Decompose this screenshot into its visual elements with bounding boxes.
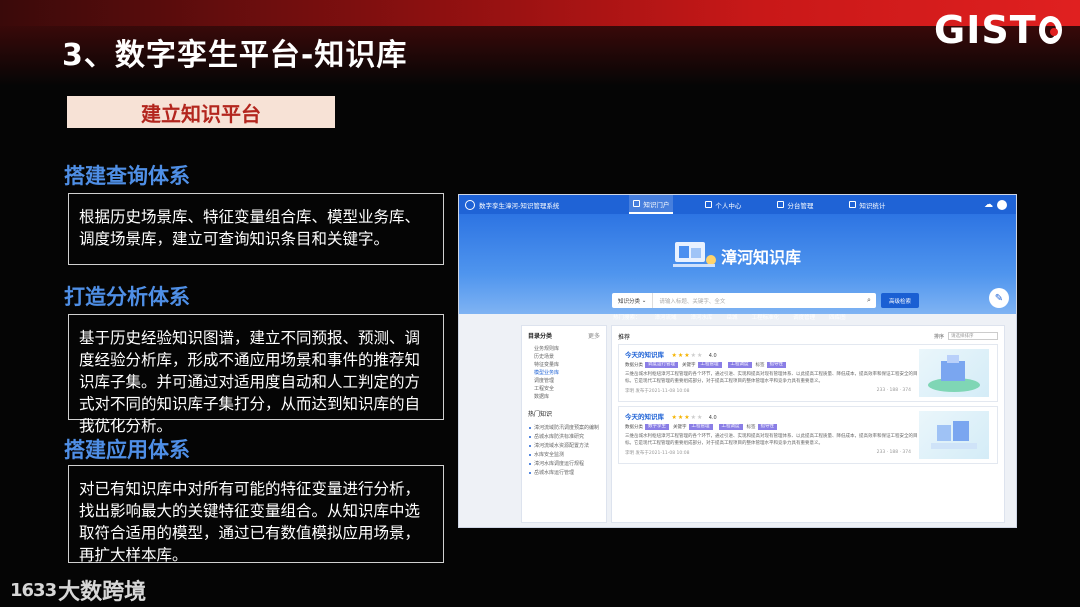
section-banner: 建立知识平台 <box>67 96 335 128</box>
card-stats: 233 · 188 · 374 <box>876 388 911 393</box>
hot-term[interactable]: 漳河流域 <box>655 313 677 321</box>
card-thumbnail-icon <box>919 349 989 397</box>
tag: 工程管理 <box>688 424 713 430</box>
rating-stars: ★★★★★ <box>671 414 704 421</box>
section-body-analysis: 基于历史经验知识图谱，建立不同预报、预测、调度经验分析库，形成不通应用场景和事件… <box>68 314 444 435</box>
search-icon[interactable]: ⌕ <box>862 296 876 305</box>
search-bar: 知识分类 ⌄ 请输入标题、关键字、全文 ⌕ <box>612 293 876 308</box>
search-category-select[interactable]: 知识分类 ⌄ <box>612 293 654 308</box>
tag: 调度运行管理 <box>645 362 678 368</box>
tag: 工程调度 <box>727 362 752 368</box>
hot-term[interactable]: 工程标准化 <box>752 313 780 321</box>
tag: 工程调度 <box>718 424 743 430</box>
nav-item-admin[interactable]: 分台管理 <box>773 195 817 214</box>
hot-knowledge-item[interactable]: 水库安全监测 <box>528 451 600 460</box>
card-description: 三维岳城水利枢纽漳河工程管理的各个环节，通过引进、实现和提高对现有管理体系、以此… <box>625 372 918 384</box>
sidebar-item[interactable]: 历史场景 <box>528 353 600 361</box>
sidebar-item[interactable]: 工程安全 <box>528 385 600 393</box>
more-link[interactable]: 更多 <box>588 331 600 340</box>
chart-icon <box>849 201 857 208</box>
app-navbar: 数字孪生漳河-知识管理系统 知识门户 个人中心 分台管理 知识统计 ☁ <box>459 195 1016 214</box>
recommend-header: 推荐 排序 请选择排序 <box>618 330 998 342</box>
hero-title: 漳河知识库 <box>721 248 802 267</box>
sidebar-item[interactable]: 调度管理 <box>528 377 600 385</box>
logo-mark-icon <box>1038 16 1062 44</box>
card-title[interactable]: 今天的知识库 <box>625 349 664 359</box>
hot-term[interactable]: 四库图 <box>829 313 846 321</box>
hot-term[interactable]: 岳城 <box>727 313 738 321</box>
top-red-band <box>0 0 1080 26</box>
slide-title: 3、数字孪生平台-知识库 <box>62 38 408 73</box>
knowledge-system-screenshot: 数字孪生漳河-知识管理系统 知识门户 个人中心 分台管理 知识统计 ☁ 漳河知识… <box>458 194 1017 528</box>
card-title[interactable]: 今天的知识库 <box>625 411 664 421</box>
sidebar-item[interactable]: 特征变量库 <box>528 361 600 369</box>
section-heading-analysis: 打造分析体系 <box>64 285 190 309</box>
sidebar-item[interactable]: 数据库 <box>528 393 600 401</box>
hot-knowledge-item[interactable]: 岳城水库运行管理 <box>528 469 600 478</box>
app-logo-icon <box>465 199 475 210</box>
hot-search-row: 热门搜索： 漳河流域 漳河水库 岳城 工程标准化 调度管理 四库图 <box>613 313 860 321</box>
card-author: 李明 发布于2021-11-08 10:08 <box>625 389 690 394</box>
nav-item-personal[interactable]: 个人中心 <box>701 195 745 214</box>
catalog-sidebar: 目录分类 更多 业务规则库 历史场景 特征变量库 模型业务库 调度管理 工程安全 … <box>521 325 607 523</box>
nav-item-stats[interactable]: 知识统计 <box>845 195 889 214</box>
sort-select[interactable]: 请选择排序 <box>948 332 998 340</box>
hot-search-label: 热门搜索： <box>613 315 641 321</box>
card-thumbnail-icon <box>919 411 989 459</box>
advanced-search-button[interactable]: 高级检索 <box>881 293 919 308</box>
knowledge-card[interactable]: 今天的知识库 ★★★★★ 4.0 数据分类 调度运行管理 关键字 工程管理 工程… <box>618 344 998 402</box>
cloud-sun-icon: ☁ <box>984 199 993 210</box>
hot-knowledge-title: 热门知识 <box>528 411 553 418</box>
card-stats: 233 · 188 · 374 <box>876 450 911 455</box>
knowledge-illustration-icon <box>673 242 716 267</box>
card-author: 李明 发布于2021-11-08 10:08 <box>625 451 690 456</box>
watermark-text: 大数跨境 <box>58 580 147 605</box>
rating-score: 4.0 <box>708 415 717 421</box>
catalog-title: 目录分类 更多 <box>528 331 600 340</box>
section-heading-query: 搭建查询体系 <box>64 164 190 188</box>
hot-knowledge-item[interactable]: 漳河流域防汛调度预案的编制 <box>528 424 600 433</box>
tag: 指导性 <box>766 362 786 368</box>
avatar[interactable] <box>997 199 1007 210</box>
sidebar-item[interactable]: 业务规则库 <box>528 345 600 353</box>
edit-icon[interactable]: ✎ <box>989 288 1009 308</box>
settings-icon <box>777 201 785 208</box>
sidebar-item[interactable]: 模型业务库 <box>528 369 600 377</box>
nav-right: ☁ <box>984 199 1010 210</box>
hot-knowledge-item[interactable]: 漳河水库调度运行规程 <box>528 460 600 469</box>
watermark: 1633 大数跨境 <box>10 574 146 606</box>
card-description: 三维岳城水利枢纽漳河工程管理的各个环节，通过引进、实现和提高对现有管理体系、以此… <box>625 434 918 446</box>
section-body-application: 对已有知识库中对所有可能的特征变量进行分析，找出影响最大的关键特征变量组合。从知… <box>68 465 444 564</box>
gistc-logo: GIST <box>934 8 1062 52</box>
section-body-query: 根据历史场景库、特征变量组合库、模型业务库、调度场景库，建立可查询知识条目和关键… <box>68 193 444 265</box>
sort-control: 排序 请选择排序 <box>934 332 998 340</box>
rating-score: 4.0 <box>708 353 717 359</box>
tag: 数字孪生 <box>645 424 669 430</box>
tag: 工程管理 <box>697 362 722 368</box>
hot-knowledge-item[interactable]: 漳河流域水资源配置方法 <box>528 442 600 451</box>
user-icon <box>705 201 713 208</box>
home-icon <box>633 200 641 207</box>
rating-stars: ★★★★★ <box>671 352 704 359</box>
hero-banner: 漳河知识库 知识分类 ⌄ 请输入标题、关键字、全文 ⌕ 高级检索 热门搜索： 漳… <box>459 214 1016 321</box>
hot-knowledge-item[interactable]: 岳城水库防洪标准研究 <box>528 433 600 442</box>
nav-item-portal[interactable]: 知识门户 <box>629 195 674 214</box>
tag: 指导性 <box>757 424 777 430</box>
recommend-panel: 推荐 排序 请选择排序 今天的知识库 ★★★★★ 4.0 数据分类 调度运行管理… <box>611 325 1005 523</box>
app-name: 数字孪生漳河-知识管理系统 <box>479 201 560 210</box>
hot-term[interactable]: 漳河水库 <box>691 313 713 321</box>
hot-term[interactable]: 调度管理 <box>793 313 815 321</box>
recommend-title: 推荐 <box>618 333 631 341</box>
knowledge-card[interactable]: 今天的知识库 ★★★★★ 4.0 数据分类 数字孪生 关键字 工程管理 工程调度… <box>618 406 998 464</box>
search-input[interactable]: 请输入标题、关键字、全文 <box>653 297 862 305</box>
section-heading-application: 搭建应用体系 <box>64 438 190 462</box>
watermark-number: 1633 <box>10 579 57 601</box>
